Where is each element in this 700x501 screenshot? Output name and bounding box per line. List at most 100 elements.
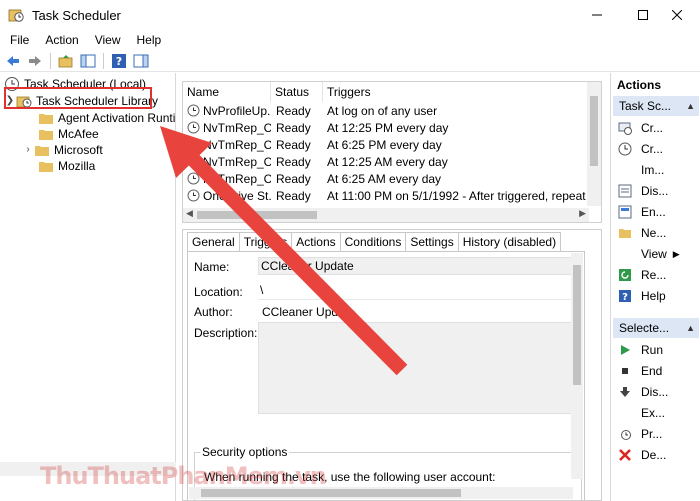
task-clock-icon — [187, 138, 200, 151]
action-create-basic-task[interactable]: Cr... — [617, 139, 663, 159]
action-run[interactable]: Run — [617, 340, 663, 360]
tree-item-agent[interactable]: Agent Activation Runtim — [38, 109, 175, 126]
properties-clock-icon — [617, 426, 633, 442]
folder-icon — [35, 145, 49, 156]
action-end[interactable]: End — [617, 361, 662, 381]
task-status: Ready — [276, 138, 311, 152]
action-label: De... — [641, 448, 667, 462]
collapse-up-icon[interactable]: ▲ — [686, 323, 695, 333]
help-icon: ? — [617, 288, 633, 304]
tab-general[interactable]: General — [187, 232, 240, 252]
task-list-horizontal-scrollbar[interactable]: ◀ ▶ — [183, 208, 589, 222]
task-status: Ready — [276, 189, 311, 203]
back-arrow-icon — [7, 55, 19, 66]
action-label: Dis... — [641, 385, 669, 399]
table-row[interactable]: OneDrive St... Ready At 11:00 PM on 5/1/… — [183, 187, 593, 204]
collapse-up-icon[interactable]: ▲ — [686, 101, 695, 111]
menu-view[interactable]: View — [87, 33, 129, 47]
task-status: Ready — [276, 155, 311, 169]
forward-button[interactable] — [26, 52, 44, 70]
action-view[interactable]: View ▶ — [617, 244, 680, 264]
task-status: Ready — [276, 121, 311, 135]
scroll-left-icon[interactable]: ◀ — [186, 208, 193, 219]
action-new-folder[interactable]: Ne... — [617, 223, 666, 243]
action-label: Cr... — [641, 142, 664, 156]
tree-item-mozilla[interactable]: Mozilla — [38, 157, 95, 174]
show-action-pane-button[interactable] — [132, 52, 150, 70]
table-row[interactable]: NvProfileUp... Ready At log on of any us… — [183, 102, 593, 119]
action-label: Run — [641, 343, 664, 357]
down-arrow-icon — [617, 384, 633, 400]
minimize-button[interactable] — [574, 0, 620, 30]
folder-icon — [39, 129, 53, 140]
task-scheduler-icon — [8, 9, 24, 22]
menu-help[interactable]: Help — [129, 33, 170, 47]
action-display-running[interactable]: Dis... — [617, 181, 668, 201]
table-row[interactable]: NvTmRep_C... Ready At 12:25 AM every day — [183, 153, 593, 170]
tree-item-label: Mozilla — [58, 158, 96, 173]
menu-bar: File Action View Help — [0, 30, 700, 50]
scroll-right-icon[interactable]: ▶ — [579, 208, 586, 219]
folder-up-icon — [58, 54, 73, 67]
tree-item-label: McAfee — [58, 126, 99, 141]
action-label: En... — [641, 205, 666, 219]
task-clock-icon — [187, 104, 200, 117]
task-list-vertical-scrollbar[interactable] — [587, 82, 601, 206]
section-label: Selecte... — [619, 321, 670, 335]
location-field: \ — [258, 282, 580, 300]
maximize-icon — [638, 10, 648, 20]
tree-item-label: Microsoft — [54, 142, 103, 157]
action-import[interactable]: Im... — [617, 160, 664, 180]
back-button[interactable] — [4, 52, 22, 70]
table-row[interactable]: NvTmRep_C... Ready At 6:25 PM every day — [183, 136, 593, 153]
task-details-pane: General Triggers Actions Conditions Sett… — [182, 229, 602, 501]
table-row[interactable]: NvTmRep_C... Ready At 12:25 PM every day — [183, 119, 593, 136]
task-clock-icon — [187, 189, 200, 202]
tree-item-mcafee[interactable]: McAfee — [38, 125, 99, 142]
action-refresh[interactable]: Re... — [617, 265, 666, 285]
menu-action[interactable]: Action — [37, 33, 86, 47]
column-header-triggers[interactable]: Triggers — [323, 82, 589, 102]
action-enable-history[interactable]: En... — [617, 202, 666, 222]
details-vertical-scrollbar[interactable] — [571, 253, 583, 479]
action-label: Ex... — [641, 406, 666, 420]
history-icon — [617, 204, 633, 220]
author-label: Author: — [194, 305, 233, 319]
action-help[interactable]: ? Help — [617, 286, 666, 306]
action-delete[interactable]: De... — [617, 445, 666, 465]
name-field[interactable]: CCleaner Update — [258, 257, 580, 275]
column-header-name[interactable]: Name — [183, 82, 271, 102]
close-button[interactable] — [654, 0, 700, 30]
task-trigger: At 6:25 PM every day — [327, 138, 442, 152]
menu-file[interactable]: File — [2, 33, 37, 47]
scroll-thumb[interactable] — [197, 211, 317, 219]
toolbar-separator — [50, 52, 51, 69]
tab-triggers[interactable]: Triggers — [238, 232, 293, 252]
console-tree: Task Scheduler (Local) ❯ Task Scheduler … — [0, 73, 176, 501]
tab-actions[interactable]: Actions — [291, 232, 341, 252]
blank-icon — [617, 246, 633, 262]
action-label: Dis... — [641, 184, 669, 198]
show-hide-tree-button[interactable] — [79, 52, 97, 70]
help-button[interactable]: ? — [110, 52, 128, 70]
actions-section-task-scheduler[interactable]: Task Sc... ▲ — [613, 96, 699, 116]
column-header-status[interactable]: Status — [271, 82, 323, 102]
table-row[interactable]: NvTmRep_C... Ready At 6:25 AM every day — [183, 170, 593, 187]
up-folder-button[interactable] — [57, 52, 75, 70]
chevron-right-icon[interactable]: › — [22, 144, 34, 155]
description-field[interactable] — [258, 322, 580, 414]
tree-item-microsoft[interactable]: › Microsoft — [22, 141, 103, 158]
tab-settings[interactable]: Settings — [405, 232, 459, 252]
tab-conditions[interactable]: Conditions — [339, 232, 407, 252]
description-label: Description: — [194, 326, 258, 340]
action-connect[interactable]: Cr... — [617, 118, 663, 138]
scroll-thumb[interactable] — [573, 265, 581, 385]
actions-section-selected-item[interactable]: Selecte... ▲ — [613, 318, 699, 338]
scroll-thumb[interactable] — [201, 489, 461, 497]
action-export[interactable]: Ex... — [617, 403, 665, 423]
tab-history[interactable]: History (disabled) — [457, 232, 562, 252]
scroll-thumb[interactable] — [590, 96, 598, 166]
action-disable[interactable]: Dis... — [617, 382, 668, 402]
toolbar: ? — [0, 50, 700, 72]
action-properties[interactable]: Pr... — [617, 424, 662, 444]
